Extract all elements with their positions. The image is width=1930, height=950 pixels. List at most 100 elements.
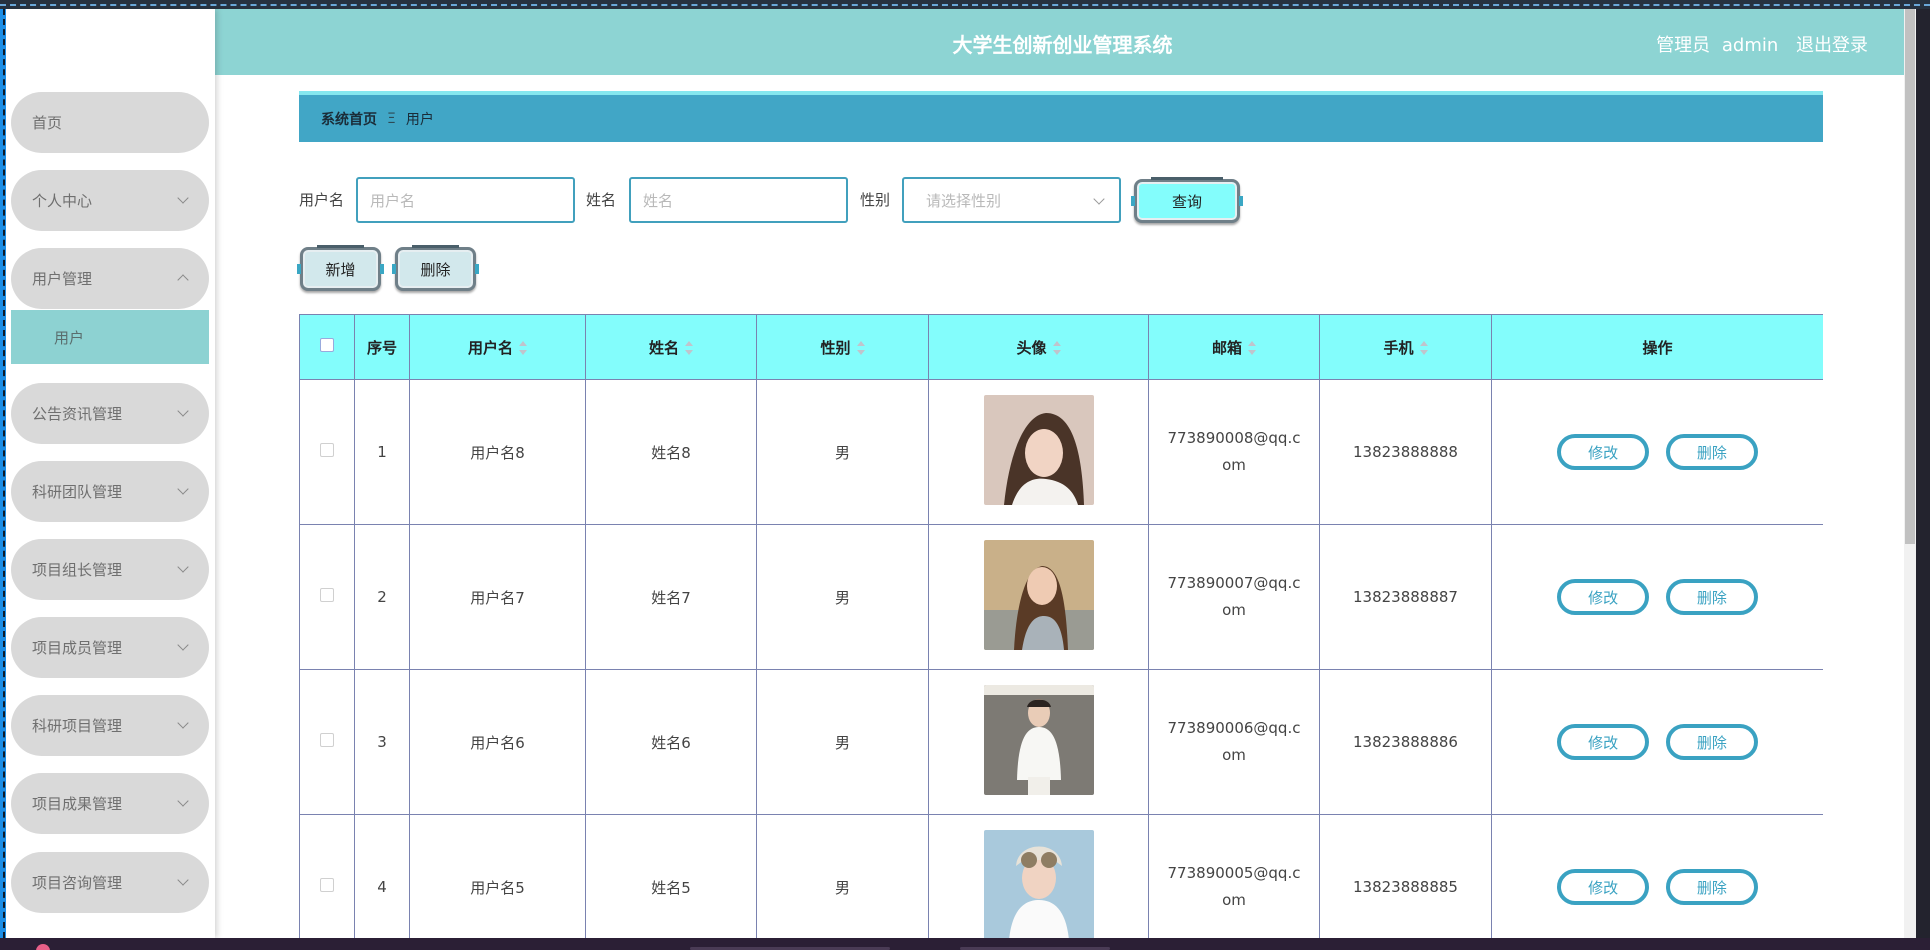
breadcrumb-separator-icon: Ξ [387, 110, 396, 127]
header-name[interactable]: 姓名 [585, 314, 757, 380]
edit-button[interactable]: 修改 [1557, 579, 1650, 615]
cell-index: 3 [354, 669, 410, 815]
cell-username: 用户名5 [409, 814, 586, 938]
row-checkbox[interactable] [320, 588, 334, 602]
name-search-input[interactable]: 姓名 [629, 177, 848, 223]
header-phone-label: 手机 [1383, 338, 1414, 357]
edit-button[interactable]: 修改 [1557, 869, 1650, 905]
sidebar-item-home[interactable]: 首页 [11, 92, 209, 153]
query-button-label: 查询 [1171, 192, 1202, 211]
edit-button[interactable]: 修改 [1557, 434, 1650, 470]
chevron-down-icon [177, 874, 189, 886]
cell-gender: 男 [756, 524, 929, 670]
taskbar-app-icon[interactable] [36, 944, 50, 950]
cell-gender: 男 [756, 669, 929, 815]
select-all-checkbox[interactable] [320, 338, 334, 352]
header-name-label: 姓名 [648, 338, 679, 357]
sidebar-item-project-member-management[interactable]: 项目成员管理 [11, 617, 209, 678]
chevron-up-icon [177, 274, 189, 286]
username-placeholder: 用户名 [370, 191, 416, 210]
user-info: 管理员 admin 退出登录 [1650, 31, 1868, 57]
sidebar-subitem-label: 用户 [54, 328, 85, 347]
edit-button[interactable]: 修改 [1557, 724, 1650, 760]
vertical-scrollbar[interactable] [1904, 9, 1916, 938]
cell-avatar [928, 669, 1149, 815]
chevron-down-icon [177, 192, 189, 204]
sort-icon[interactable] [519, 341, 527, 355]
header-email-label: 邮箱 [1211, 338, 1242, 357]
breadcrumb-home[interactable]: 系统首页 [321, 109, 377, 129]
delete-button[interactable]: 删除 [1665, 724, 1758, 760]
sidebar-item-research-project-management[interactable]: 科研项目管理 [11, 695, 209, 756]
cell-name: 姓名6 [585, 669, 757, 815]
query-button[interactable]: 查询 [1131, 177, 1243, 223]
cell-username: 用户名7 [409, 524, 586, 670]
header-email[interactable]: 邮箱 [1148, 314, 1320, 380]
sidebar-item-label: 公告资讯管理 [32, 405, 123, 423]
user-role: 管理员 [1656, 35, 1711, 56]
cell-index: 4 [354, 814, 410, 938]
delete-button[interactable]: 删除 [1665, 579, 1758, 615]
header-phone[interactable]: 手机 [1319, 314, 1492, 380]
scrollbar-thumb[interactable] [1905, 9, 1915, 544]
cell-actions: 修改 删除 [1491, 379, 1823, 525]
gender-placeholder: 请选择性别 [926, 191, 1002, 210]
sidebar-item-user-management[interactable]: 用户管理 [11, 248, 209, 309]
sidebar-item-project-results-management[interactable]: 项目成果管理 [11, 773, 209, 834]
sidebar-item-label: 科研项目管理 [32, 717, 123, 735]
chevron-down-icon [177, 795, 189, 807]
delete-button[interactable]: 删除 [1665, 434, 1758, 470]
table-row: 2 用户名7 姓名7 男 773890007@qq.com 1382388888… [299, 524, 1823, 670]
cell-phone: 13823888888 [1319, 379, 1492, 525]
cell-avatar [928, 379, 1149, 525]
cell-username: 用户名8 [409, 379, 586, 525]
header-actions: 操作 [1491, 314, 1823, 380]
delete-button[interactable]: 删除 [1665, 869, 1758, 905]
cell-email: 773890006@qq.com [1148, 669, 1320, 815]
chevron-down-icon [177, 717, 189, 729]
cell-index: 1 [354, 379, 410, 525]
sidebar-item-project-consulting-management[interactable]: 项目咨询管理 [11, 852, 209, 913]
sort-icon[interactable] [1052, 341, 1061, 355]
cell-name: 姓名7 [585, 524, 757, 670]
user-name: admin [1721, 35, 1779, 56]
row-checkbox[interactable] [320, 733, 334, 747]
cell-email: 773890008@qq.com [1148, 379, 1320, 525]
header-avatar-label: 头像 [1016, 338, 1047, 357]
row-checkbox[interactable] [320, 443, 334, 457]
cell-avatar [928, 814, 1149, 938]
sidebar-item-label: 科研团队管理 [32, 483, 123, 501]
add-button[interactable]: 新增 [297, 245, 384, 291]
breadcrumb-current: 用户 [405, 111, 434, 128]
sidebar-item-research-team-management[interactable]: 科研团队管理 [11, 461, 209, 522]
sort-icon[interactable] [1419, 341, 1428, 355]
sidebar-item-project-leader-management[interactable]: 项目组长管理 [11, 539, 209, 600]
sort-icon[interactable] [856, 341, 865, 355]
gender-select[interactable]: 请选择性别 [902, 177, 1121, 223]
header-index: 序号 [354, 314, 410, 380]
table-row: 3 用户名6 姓名6 男 773890006@qq.com 1382388888… [299, 669, 1823, 815]
name-placeholder: 姓名 [643, 191, 674, 210]
cell-gender: 男 [756, 814, 929, 938]
row-checkbox[interactable] [320, 878, 334, 892]
batch-delete-button[interactable]: 删除 [392, 245, 479, 291]
logout-link[interactable]: 退出登录 [1796, 35, 1868, 56]
top-header: 大学生创新创业管理系统 管理员 admin 退出登录 [215, 9, 1910, 75]
sidebar-subitem-user[interactable]: 用户 [11, 310, 209, 364]
cell-actions: 修改 删除 [1491, 524, 1823, 670]
chevron-down-icon [1093, 193, 1105, 205]
sidebar-item-announcement-management[interactable]: 公告资讯管理 [11, 383, 209, 444]
cell-phone: 13823888885 [1319, 814, 1492, 938]
avatar [983, 830, 1094, 938]
username-label: 用户名 [299, 191, 345, 209]
window-top-strip [0, 0, 1930, 9]
sort-icon[interactable] [685, 341, 693, 355]
username-search-input[interactable]: 用户名 [356, 177, 575, 223]
header-gender[interactable]: 性别 [756, 314, 929, 380]
sidebar-item-label: 个人中心 [32, 192, 93, 210]
header-avatar[interactable]: 头像 [928, 314, 1149, 380]
sidebar: 首页 个人中心 用户管理 用户 公告资讯管理 科研团队管理 项目组长管理 项目成… [6, 9, 215, 938]
sort-icon[interactable] [1248, 341, 1256, 355]
sidebar-item-personal-center[interactable]: 个人中心 [11, 170, 209, 231]
header-username[interactable]: 用户名 [409, 314, 586, 380]
